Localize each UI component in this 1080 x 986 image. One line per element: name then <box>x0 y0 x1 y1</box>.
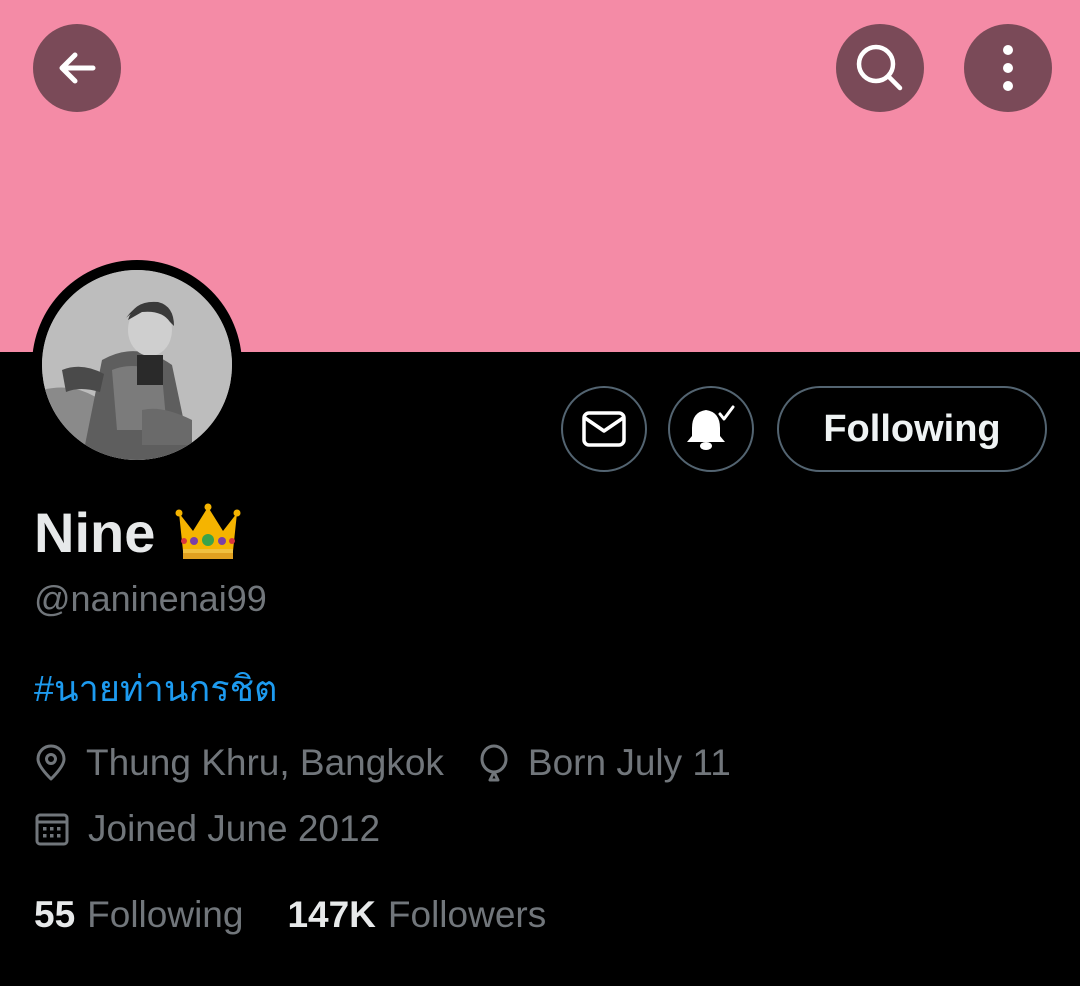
bell-check-icon <box>687 405 735 450</box>
search-button[interactable] <box>836 24 924 112</box>
following-stat-link[interactable]: 55 Following <box>34 894 243 936</box>
followers-stat-link[interactable]: 147K Followers <box>287 894 546 936</box>
following-stat-label: Following <box>87 894 244 935</box>
more-options-button[interactable] <box>964 24 1052 112</box>
following-count: 55 <box>34 894 76 935</box>
user-handle: @naninenai99 <box>34 578 267 619</box>
display-name: Nine <box>34 500 241 565</box>
search-icon <box>856 44 903 91</box>
joined-text: Joined June 2012 <box>88 808 381 849</box>
notifications-button[interactable] <box>668 386 754 472</box>
back-button[interactable] <box>33 24 121 112</box>
following-button-label: Following <box>823 407 1001 450</box>
avatar <box>42 270 232 460</box>
profile-meta-row-joined: Joined June 2012 <box>34 808 414 850</box>
location: Thung Khru, Bangkok <box>34 742 444 784</box>
following-button[interactable]: Following <box>777 386 1047 472</box>
follow-stats: 55 Following 147K Followers <box>34 894 590 936</box>
bio-hashtag-link[interactable]: #นายท่านกรชิต <box>34 660 277 717</box>
balloon-icon <box>480 744 508 782</box>
joined-date: Joined June 2012 <box>34 808 380 850</box>
calendar-icon <box>35 813 69 846</box>
birthday-text: Born July 11 <box>527 742 731 783</box>
message-button[interactable] <box>561 386 647 472</box>
avatar-frame[interactable] <box>32 260 242 470</box>
birthday: Born July 11 <box>478 742 731 784</box>
followers-stat-label: Followers <box>387 894 547 935</box>
followers-count: 147K <box>287 894 376 935</box>
profile-meta-row: Thung Khru, Bangkok Born July 11 <box>34 742 765 784</box>
location-text: Thung Khru, Bangkok <box>86 742 444 783</box>
more-vertical-icon <box>1003 45 1013 91</box>
envelope-icon <box>582 411 626 447</box>
location-pin-icon <box>36 744 66 781</box>
display-name-text: Nine <box>34 501 156 564</box>
crown-icon <box>175 503 241 559</box>
back-arrow-icon <box>59 52 96 84</box>
